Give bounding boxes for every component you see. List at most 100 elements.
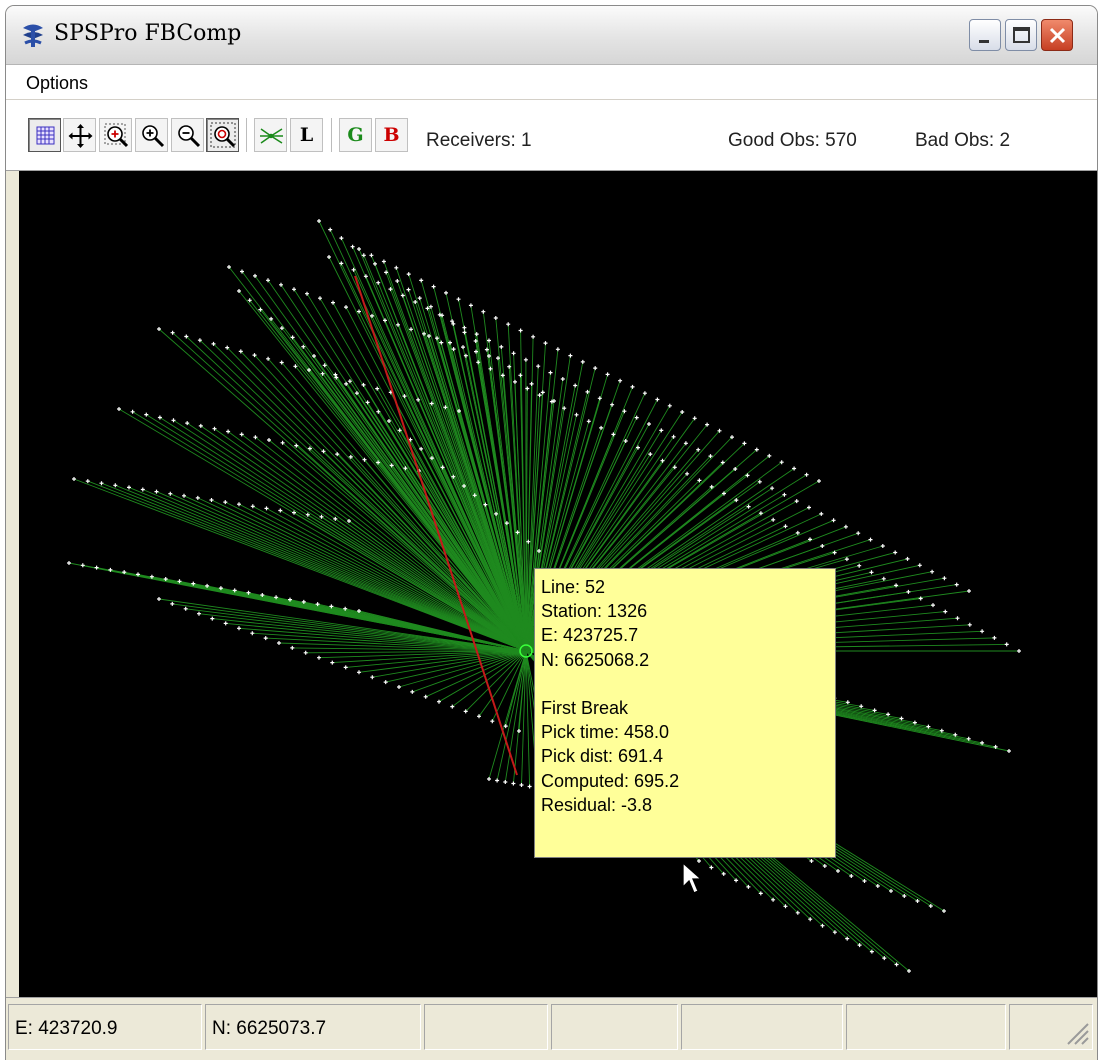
receiver-marker: [369, 253, 373, 257]
receiver-marker: [968, 623, 972, 627]
receiver-marker: [1007, 749, 1011, 753]
bad-obs-count: Bad Obs: 2: [915, 130, 1010, 152]
receiver-marker: [782, 493, 786, 497]
receiver-marker: [1005, 642, 1009, 646]
status-northing-panel: N: 6625073.7: [205, 1004, 421, 1050]
receiver-marker: [382, 260, 386, 264]
bad-letter: B: [376, 119, 407, 151]
receiver-marker: [550, 400, 554, 404]
good-obs-button[interactable]: G: [339, 118, 372, 152]
zoom-window-icon: [100, 119, 133, 153]
tooltip-section: First Break: [541, 696, 835, 720]
receiver-marker: [494, 316, 498, 320]
receiver-marker: [844, 525, 848, 529]
receiver-marker: [503, 780, 507, 784]
receiver-marker: [906, 557, 910, 561]
receiver-marker: [955, 583, 959, 587]
bad-obs-button[interactable]: B: [375, 118, 408, 152]
receiver-marker: [519, 329, 523, 333]
receiver-marker: [531, 335, 535, 339]
minimize-icon: [970, 20, 1002, 52]
receiver-marker: [581, 360, 585, 364]
receiver-marker: [524, 358, 528, 362]
pan-button[interactable]: [63, 118, 96, 152]
receiver-marker: [870, 570, 874, 574]
receiver-marker: [795, 499, 799, 503]
receiver-marker: [182, 494, 186, 498]
receiver-marker: [357, 670, 361, 674]
lines-button[interactable]: [254, 118, 287, 152]
receiver-marker: [893, 551, 897, 555]
receiver-marker: [906, 590, 910, 594]
receiver-marker: [395, 279, 399, 283]
receiver-marker: [647, 422, 651, 426]
maximize-button[interactable]: [1005, 19, 1037, 51]
ray-line: [346, 651, 526, 667]
receiver-marker: [469, 303, 473, 307]
receiver-marker: [344, 305, 348, 309]
receiver-marker: [357, 247, 361, 251]
receiver-marker: [668, 404, 672, 408]
receiver-marker: [771, 518, 775, 522]
receiver-marker: [81, 563, 85, 567]
receiver-marker: [881, 544, 885, 548]
receiver-marker: [1017, 649, 1021, 653]
receiver-marker: [370, 675, 374, 679]
grid-button[interactable]: [28, 118, 61, 152]
receiver-marker: [72, 477, 76, 481]
tooltip-station: Station: 1326: [541, 599, 835, 623]
receiver-marker: [439, 341, 443, 345]
menu-options[interactable]: Options: [26, 73, 88, 94]
receivers-count: Receivers: 1: [426, 130, 532, 152]
receiver-marker: [796, 531, 800, 535]
receiver-marker: [635, 416, 639, 420]
receiver-marker: [155, 490, 159, 494]
mouse-pointer-icon: [681, 861, 707, 897]
receiver-marker: [882, 577, 886, 581]
receiver-marker: [86, 479, 90, 483]
receiver-marker: [610, 403, 614, 407]
title-bar[interactable]: SPSPro FBComp: [6, 6, 1097, 65]
receiver-marker: [967, 589, 971, 593]
close-button[interactable]: [1041, 19, 1073, 51]
receiver-marker: [237, 502, 241, 506]
zoom-extents-button[interactable]: [206, 118, 239, 152]
receiver-marker: [513, 380, 517, 384]
receiver-marker: [210, 617, 214, 621]
receiver-marker: [528, 785, 532, 789]
minimize-button[interactable]: [969, 19, 1001, 51]
receiver-marker: [424, 695, 428, 699]
receiver-marker: [196, 496, 200, 500]
receiver-marker: [328, 228, 332, 232]
good-letter: G: [340, 119, 371, 151]
receiver-marker: [419, 278, 423, 282]
receiver-marker: [561, 377, 565, 381]
receiver-marker: [819, 512, 823, 516]
receiver-marker: [573, 384, 577, 388]
receiver-marker: [224, 621, 228, 625]
receiver-marker: [250, 631, 254, 635]
tooltip-pick-dist: Pick dist: 691.4: [541, 744, 835, 768]
receiver-marker: [373, 262, 377, 266]
receiver-marker: [942, 576, 946, 580]
ray-line: [426, 651, 526, 697]
receiver-marker: [538, 393, 542, 397]
receiver-marker: [344, 665, 348, 669]
plot-canvas[interactable]: Line: 52 Station: 1326 E: 423725.7 N: 66…: [19, 171, 1097, 997]
receiver-marker: [251, 504, 255, 508]
receiver-marker: [197, 612, 201, 616]
resize-grip-icon[interactable]: [1064, 1020, 1090, 1046]
zoom-window-button[interactable]: [99, 118, 132, 152]
receiver-marker: [278, 509, 282, 513]
receiver-marker: [856, 531, 860, 535]
ray-line: [227, 348, 526, 651]
receiver-marker: [141, 488, 145, 492]
receiver-marker: [318, 296, 322, 300]
receiver-marker: [575, 413, 579, 417]
receiver-marker: [277, 641, 281, 645]
receiver-marker: [223, 500, 227, 504]
zoom-out-button[interactable]: [171, 118, 204, 152]
labels-button[interactable]: L: [290, 118, 323, 152]
zoom-in-button[interactable]: [135, 118, 168, 152]
tooltip-line: Line: 52: [541, 575, 835, 599]
